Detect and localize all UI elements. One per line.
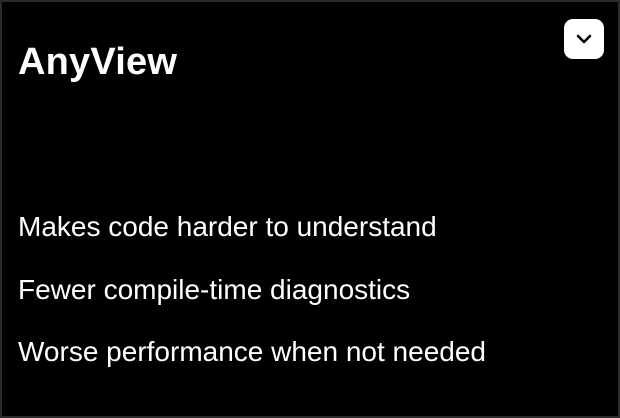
list-item: Makes code harder to understand	[18, 211, 437, 242]
collapse-toggle-button[interactable]	[564, 19, 604, 59]
card-title: AnyView	[18, 41, 178, 83]
list-item: Worse performance when not needed	[18, 336, 486, 367]
list-item: Fewer compile-time diagnostics	[18, 273, 411, 305]
drawbacks-list: Makes code harder to understand Fewer co…	[18, 196, 486, 384]
chevron-down-icon	[576, 34, 592, 44]
anyview-card: AnyView Makes code harder to understand …	[2, 2, 618, 416]
